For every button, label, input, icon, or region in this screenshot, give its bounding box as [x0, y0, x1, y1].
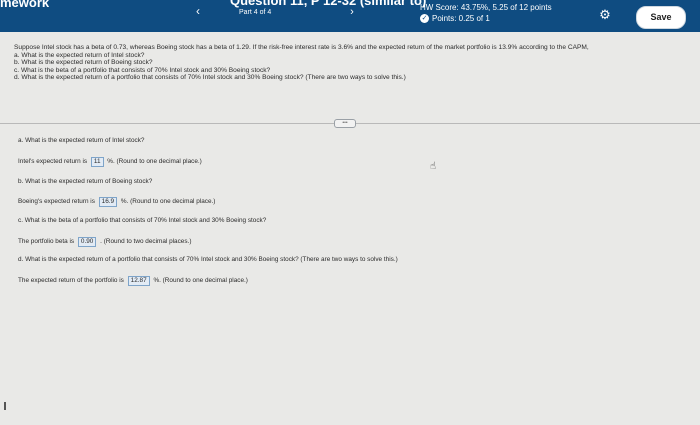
- question-part-b: b. What is the expected return of Boeing…: [14, 59, 153, 67]
- answer-a-prefix: Intel's expected return is: [18, 158, 88, 165]
- answer-d-suffix: %. (Round to one decimal place.): [153, 277, 248, 284]
- answer-b-row: Boeing's expected return is 16.9 %. (Rou…: [18, 197, 215, 207]
- points-text: Points: 0.25 of 1: [432, 14, 490, 23]
- points-line: ✓ Points: 0.25 of 1: [420, 13, 552, 24]
- answer-b-suffix: %. (Round to one decimal place.): [120, 198, 216, 205]
- expand-button[interactable]: •••: [334, 119, 356, 128]
- question-part-a: a. What is the expected return of Intel …: [14, 51, 145, 59]
- answer-c-question: c. What is the beta of a portfolio that …: [18, 217, 267, 224]
- edge-mark: [4, 402, 6, 410]
- check-icon: ✓: [420, 14, 429, 23]
- question-text: Suppose Intel stock has a beta of 0.73, …: [14, 44, 684, 82]
- question-title: Question 11, P 12-32 (similar to): [230, 0, 427, 8]
- part-label: Part 4 of 4: [239, 9, 272, 16]
- answer-d-row: The expected return of the portfolio is …: [18, 276, 248, 286]
- answer-a-row: Intel's expected return is 11 %. (Round …: [18, 157, 202, 167]
- score-panel: HW Score: 43.75%, 5.25 of 12 points ✓ Po…: [420, 2, 552, 24]
- answer-c-prefix: The portfolio beta is: [18, 238, 75, 245]
- question-intro: Suppose Intel stock has a beta of 0.73, …: [14, 44, 589, 51]
- answer-a-question: a. What is the expected return of Intel …: [18, 137, 145, 144]
- answer-a-suffix: %. (Round to one decimal place.): [107, 158, 202, 165]
- gear-icon[interactable]: ⚙: [598, 8, 612, 22]
- answer-b-prefix: Boeing's expected return is: [18, 198, 95, 205]
- answer-d-prefix: The expected return of the portfolio is: [18, 277, 124, 284]
- answer-b-question: b. What is the expected return of Boeing…: [18, 178, 153, 185]
- answer-c-value[interactable]: 0.90: [77, 237, 97, 247]
- save-button[interactable]: Save: [636, 6, 686, 29]
- answer-a-value[interactable]: 11: [90, 157, 104, 167]
- question-part-d: d. What is the expected return of a port…: [14, 74, 406, 82]
- answer-c-suffix: . (Round to two decimal places.): [100, 238, 192, 245]
- app-title: mework: [0, 0, 50, 10]
- cursor-icon: ☝: [430, 161, 437, 172]
- question-part-c: c. What is the beta of a portfolio that …: [14, 66, 271, 74]
- answer-d-question: d. What is the expected return of a port…: [18, 256, 398, 263]
- answer-b-value[interactable]: 16.9: [98, 197, 118, 207]
- answer-d-value[interactable]: 12.87: [127, 276, 150, 286]
- chevron-right-icon[interactable]: ›: [345, 4, 359, 20]
- answer-c-row: The portfolio beta is 0.90 . (Round to t…: [18, 237, 191, 247]
- hw-score: HW Score: 43.75%, 5.25 of 12 points: [420, 3, 552, 12]
- chevron-left-icon[interactable]: ‹: [190, 3, 206, 19]
- top-bar: mework ‹ Question 11, P 12-32 (similar t…: [0, 0, 700, 32]
